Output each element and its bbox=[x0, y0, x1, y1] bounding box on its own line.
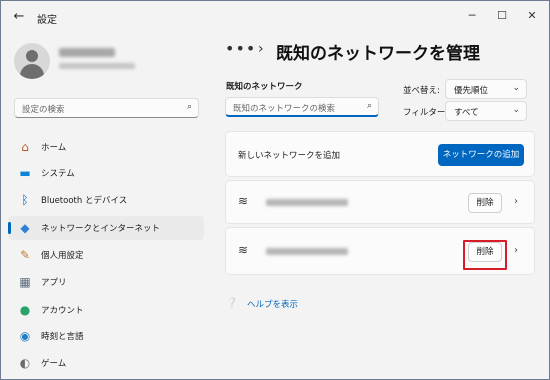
filter-label: フィルター: bbox=[403, 108, 449, 118]
page-title: 既知のネットワークを管理 bbox=[276, 44, 480, 64]
add-network-button[interactable]: ネットワークの追加 bbox=[438, 144, 524, 166]
sidebar-item-label: ネットワークとインターネット bbox=[41, 224, 161, 234]
help-icon: ❔ bbox=[225, 298, 239, 309]
sidebar-item-label: システム bbox=[41, 169, 75, 179]
sidebar-item[interactable]: ▬ システム bbox=[8, 161, 204, 185]
avatar-head bbox=[26, 50, 38, 62]
settings-window: ← 設定 ─ ☐ ✕ 設定の検索 ⌕ ⌂ ホーム ▬ システム ᛒ Bluetooth と… bbox=[0, 0, 550, 380]
sidebar-item-label: Bluetooth とデバイス bbox=[41, 196, 128, 206]
search-icon[interactable]: ⌕ bbox=[367, 101, 372, 111]
search-icon[interactable]: ⌕ bbox=[187, 102, 192, 112]
avatar[interactable] bbox=[14, 43, 50, 79]
home-icon: ⌂ bbox=[21, 140, 29, 154]
help-link[interactable]: ヘルプを表示 bbox=[247, 298, 298, 310]
chevron-down-icon: ⌄ bbox=[512, 83, 520, 93]
game-icon: ◐ bbox=[19, 356, 31, 370]
close-button[interactable]: ✕ bbox=[523, 7, 541, 25]
blurred-network-name bbox=[266, 248, 348, 255]
chevron-right-icon[interactable]: › bbox=[514, 196, 518, 207]
settings-search-input[interactable]: 設定の検索 ⌕ bbox=[14, 98, 199, 118]
sidebar-item[interactable]: ◐ ゲーム bbox=[8, 351, 204, 375]
sort-value: 優先順位 bbox=[454, 86, 489, 96]
sidebar-item-label: ゲーム bbox=[41, 359, 67, 369]
sidebar-item[interactable]: ✎ 個人用設定 bbox=[8, 243, 204, 267]
network-icon: ◆ bbox=[20, 221, 30, 235]
time-language-icon: ◉ bbox=[19, 329, 31, 343]
apps-icon: ▦ bbox=[19, 275, 31, 289]
breadcrumb-overflow-button[interactable]: ••• bbox=[225, 39, 256, 58]
blurred-user-email bbox=[59, 63, 135, 69]
title-bar: ← 設定 ─ ☐ ✕ bbox=[1, 1, 549, 33]
bluetooth-icon: ᛒ bbox=[21, 193, 29, 207]
chevron-down-icon: ⌄ bbox=[512, 105, 520, 115]
wifi-icon: ≋ bbox=[238, 243, 249, 257]
blurred-network-name bbox=[266, 199, 348, 206]
delete-button[interactable]: 削除 bbox=[468, 193, 502, 213]
sidebar-item-label: アプリ bbox=[41, 278, 67, 288]
wifi-icon: ≋ bbox=[238, 194, 249, 208]
sidebar-item-label: ホーム bbox=[41, 143, 67, 153]
known-networks-label: 既知のネットワーク bbox=[226, 82, 303, 92]
known-networks-search-input[interactable]: 既知のネットワークの検索 ⌕ bbox=[225, 97, 379, 117]
sort-label: 並べ替え: bbox=[403, 86, 440, 96]
sidebar-item[interactable]: ◆ ネットワークとインターネット bbox=[8, 216, 204, 240]
sidebar-item-label: 個人用設定 bbox=[41, 251, 84, 261]
system-icon: ▬ bbox=[19, 166, 31, 180]
known-networks-search-placeholder: 既知のネットワークの検索 bbox=[233, 104, 336, 114]
highlight-box bbox=[463, 240, 507, 270]
network-row[interactable]: ≋ 削除 › bbox=[225, 227, 535, 275]
window-title: 設定 bbox=[37, 15, 57, 26]
add-network-card: 新しいネットワークを追加 ネットワークの追加 bbox=[225, 131, 535, 177]
sidebar-item[interactable]: ◉ 時刻と言語 bbox=[8, 324, 204, 348]
chevron-right-icon[interactable]: › bbox=[514, 245, 518, 256]
add-network-text: 新しいネットワークを追加 bbox=[238, 151, 341, 161]
maximize-button[interactable]: ☐ bbox=[493, 7, 511, 25]
back-arrow-icon[interactable]: ← bbox=[11, 9, 27, 25]
sort-dropdown[interactable]: 優先順位 ⌄ bbox=[445, 79, 527, 99]
blurred-user-name bbox=[59, 48, 115, 57]
avatar-body bbox=[20, 64, 44, 79]
filter-value: すべて bbox=[454, 108, 479, 118]
settings-search-placeholder: 設定の検索 bbox=[22, 105, 65, 115]
minimize-button[interactable]: ─ bbox=[463, 7, 481, 25]
filter-dropdown[interactable]: すべて ⌄ bbox=[445, 101, 527, 121]
sidebar-item[interactable]: ⌂ ホーム bbox=[8, 135, 204, 159]
sidebar-item[interactable]: ● アカウント bbox=[8, 298, 204, 322]
sidebar-item-label: 時刻と言語 bbox=[41, 332, 84, 342]
sidebar-item[interactable]: ᛒ Bluetooth とデバイス bbox=[8, 188, 204, 212]
sidebar-item[interactable]: ▦ アプリ bbox=[8, 270, 204, 294]
brush-icon: ✎ bbox=[19, 248, 31, 262]
chevron-right-icon: › bbox=[258, 41, 264, 57]
account-icon: ● bbox=[19, 303, 31, 317]
network-row[interactable]: ≋ 削除 › bbox=[225, 180, 535, 224]
selection-indicator bbox=[8, 222, 11, 234]
sidebar-item-label: アカウント bbox=[41, 306, 84, 316]
